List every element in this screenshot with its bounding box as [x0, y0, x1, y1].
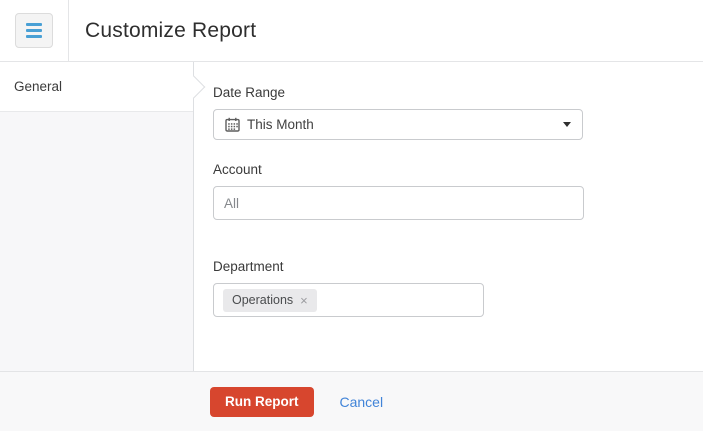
header: Customize Report [0, 0, 703, 62]
account-label: Account [213, 162, 703, 177]
tag-remove-icon[interactable]: × [300, 294, 308, 307]
date-range-value: This Month [247, 117, 314, 132]
hamburger-menu-button[interactable] [15, 13, 53, 48]
hamburger-icon [26, 35, 42, 38]
date-range-select[interactable]: This Month [213, 109, 583, 140]
hamburger-icon [26, 29, 42, 32]
calendar-icon [225, 117, 240, 132]
sidebar: General [0, 62, 194, 371]
department-label: Department [213, 259, 703, 274]
date-range-label: Date Range [213, 85, 703, 100]
account-value: All [224, 196, 239, 211]
hamburger-icon [26, 23, 42, 26]
department-input[interactable]: Operations × [213, 283, 484, 317]
department-tag: Operations × [223, 289, 317, 312]
chevron-down-icon [563, 122, 571, 127]
sidebar-background [0, 112, 193, 371]
sidebar-tab-label: General [14, 79, 62, 94]
page-title: Customize Report [85, 19, 256, 43]
cancel-link[interactable]: Cancel [340, 394, 384, 410]
account-input[interactable]: All [213, 186, 584, 220]
sidebar-tab-general[interactable]: General [0, 62, 193, 112]
department-tag-label: Operations [232, 293, 293, 307]
run-report-button[interactable]: Run Report [210, 387, 314, 417]
customize-form: Date Range This Month Account All Depart… [195, 62, 703, 371]
menu-cell [0, 0, 69, 61]
footer-bar: Run Report Cancel [0, 371, 703, 431]
